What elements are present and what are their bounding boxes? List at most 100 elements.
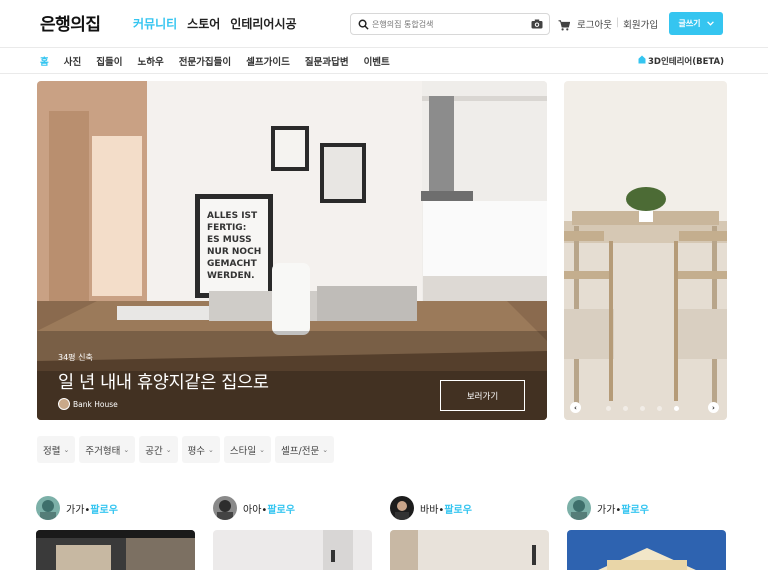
card-user: 가가•팔로우: [567, 495, 727, 521]
filter-label: 정렬: [43, 445, 61, 457]
search-input[interactable]: [372, 19, 529, 29]
side-image: [564, 81, 727, 420]
3d-interior-label: 3D인테리어(BETA): [648, 57, 725, 67]
follow-button[interactable]: 팔로우: [267, 505, 295, 516]
hero-kicker: 34평 신축: [58, 353, 93, 362]
carousel-dot[interactable]: [623, 406, 628, 411]
subnav-self-guide[interactable]: 셀프가이드: [246, 54, 290, 68]
card-username: 바바•팔로우: [420, 504, 472, 516]
nav-community[interactable]: 커뮤니티: [133, 15, 177, 32]
subnav-housewarming[interactable]: 집들이: [96, 54, 122, 68]
carousel-dots: [606, 406, 679, 411]
subnav-knowhow[interactable]: 노하우: [137, 54, 163, 68]
filter-label: 셀프/전문: [281, 445, 320, 457]
username[interactable]: 아아: [243, 505, 261, 516]
view-button[interactable]: 보러가기: [440, 380, 525, 411]
search-box[interactable]: [350, 13, 550, 35]
next-arrow-icon[interactable]: ›: [708, 402, 719, 413]
follow-button[interactable]: 팔로우: [444, 505, 472, 516]
filter-self-pro[interactable]: 셀프/전문 ⌄: [275, 436, 335, 463]
logout-link[interactable]: 로그아웃: [577, 17, 612, 31]
feed-card[interactable]: 가가•팔로우: [567, 495, 727, 570]
auth-links: 로그아웃 | 회원가입: [577, 17, 658, 31]
subnav-event[interactable]: 이벤트: [364, 54, 390, 68]
svg-text:FERTIG:: FERTIG:: [207, 223, 246, 233]
username[interactable]: 바바: [420, 505, 438, 516]
divider: |: [615, 17, 620, 28]
avatar[interactable]: [36, 496, 60, 520]
svg-text:ALLES IST: ALLES IST: [207, 211, 258, 221]
subnav-expert[interactable]: 전문가집들이: [179, 54, 231, 68]
main-nav: 커뮤니티 스토어 인테리어시공: [133, 15, 297, 32]
cart-icon[interactable]: [558, 16, 571, 35]
hero-banner[interactable]: ALLES IST FERTIG: ES MUSS NUR NOCH GEMAC…: [37, 81, 547, 420]
filter-label: 주거형태: [85, 445, 121, 457]
card-user: 가가•팔로우: [36, 495, 196, 521]
svg-text:WERDEN.: WERDEN.: [207, 271, 255, 281]
logo[interactable]: 은행의집: [40, 10, 101, 35]
signup-link[interactable]: 회원가입: [623, 17, 658, 31]
avatar[interactable]: [213, 496, 237, 520]
subnav-qna[interactable]: 질문과답변: [305, 54, 349, 68]
card-username: 가가•팔로우: [66, 504, 118, 516]
chevron-down-icon: ⌄: [63, 445, 70, 454]
feed-card[interactable]: 아아•팔로우: [213, 495, 373, 570]
write-button[interactable]: 글쓰기: [669, 12, 723, 35]
hero-author[interactable]: Bank House: [58, 398, 118, 410]
feed-card[interactable]: 바바•팔로우: [390, 495, 550, 570]
svg-text:NUR NOCH: NUR NOCH: [207, 247, 261, 257]
card-username: 가가•팔로우: [597, 504, 649, 516]
carousel-dot[interactable]: [657, 406, 662, 411]
card-image[interactable]: [390, 530, 549, 570]
follow-button[interactable]: 팔로우: [90, 505, 118, 516]
top-header: 은행의집 커뮤니티 스토어 인테리어시공 로그아웃 | 회원가입 글쓰기: [0, 0, 768, 48]
card-image[interactable]: [567, 530, 726, 570]
filter-label: 평수: [187, 445, 206, 457]
chevron-down-icon: [706, 19, 714, 28]
write-label: 글쓰기: [678, 19, 701, 28]
card-username: 아아•팔로우: [243, 504, 295, 516]
card-user: 바바•팔로우: [390, 495, 550, 521]
subnav-home[interactable]: 홈: [40, 54, 49, 68]
filter-housing[interactable]: 주거형태 ⌄: [79, 436, 136, 463]
filter-style[interactable]: 스타일 ⌄: [223, 436, 272, 463]
filter-size[interactable]: 평수 ⌄: [181, 436, 220, 463]
carousel-dot[interactable]: [606, 406, 611, 411]
nav-store[interactable]: 스토어: [187, 15, 220, 32]
house-icon: [638, 55, 646, 67]
subnav-photo[interactable]: 사진: [64, 54, 81, 68]
username[interactable]: 가가: [597, 505, 615, 516]
side-carousel[interactable]: ‹ ›: [564, 81, 727, 420]
camera-icon[interactable]: [529, 16, 545, 32]
filter-sort[interactable]: 정렬 ⌄: [37, 436, 76, 463]
chevron-down-icon: ⌄: [259, 445, 266, 454]
author-name: Bank House: [73, 399, 118, 409]
author-avatar: [58, 398, 70, 410]
sub-nav: 홈 사진 집들이 노하우 전문가집들이 셀프가이드 질문과답변 이벤트 3D인테…: [0, 48, 768, 74]
username[interactable]: 가가: [66, 505, 84, 516]
carousel-dot[interactable]: [640, 406, 645, 411]
card-image[interactable]: [36, 530, 195, 570]
card-user: 아아•팔로우: [213, 495, 373, 521]
nav-interior[interactable]: 인테리어시공: [230, 15, 296, 32]
carousel-dot-active[interactable]: [674, 406, 679, 411]
chevron-down-icon: ⌄: [322, 445, 329, 454]
chevron-down-icon: ⌄: [123, 445, 130, 454]
svg-text:GEMACHT: GEMACHT: [207, 259, 258, 269]
avatar[interactable]: [390, 496, 414, 520]
card-image[interactable]: [213, 530, 372, 570]
search-icon[interactable]: [354, 14, 372, 34]
prev-arrow-icon[interactable]: ‹: [570, 402, 581, 413]
feed-card[interactable]: 가가•팔로우: [36, 495, 196, 570]
chevron-down-icon: ⌄: [208, 445, 214, 454]
3d-interior-link[interactable]: 3D인테리어(BETA): [638, 55, 724, 67]
filter-label: 스타일: [229, 445, 257, 457]
filter-bar: 정렬 ⌄ 주거형태 ⌄ 공간 ⌄ 평수 ⌄ 스타일 ⌄ 셀프/전문 ⌄: [37, 436, 335, 463]
filter-space[interactable]: 공간 ⌄: [139, 436, 178, 463]
avatar[interactable]: [567, 496, 591, 520]
hero-title[interactable]: 일 년 내내 휴양지같은 집으로: [58, 369, 269, 394]
follow-button[interactable]: 팔로우: [621, 505, 649, 516]
svg-text:ES MUSS: ES MUSS: [207, 235, 252, 245]
chevron-down-icon: ⌄: [165, 445, 172, 454]
filter-label: 공간: [145, 445, 163, 457]
